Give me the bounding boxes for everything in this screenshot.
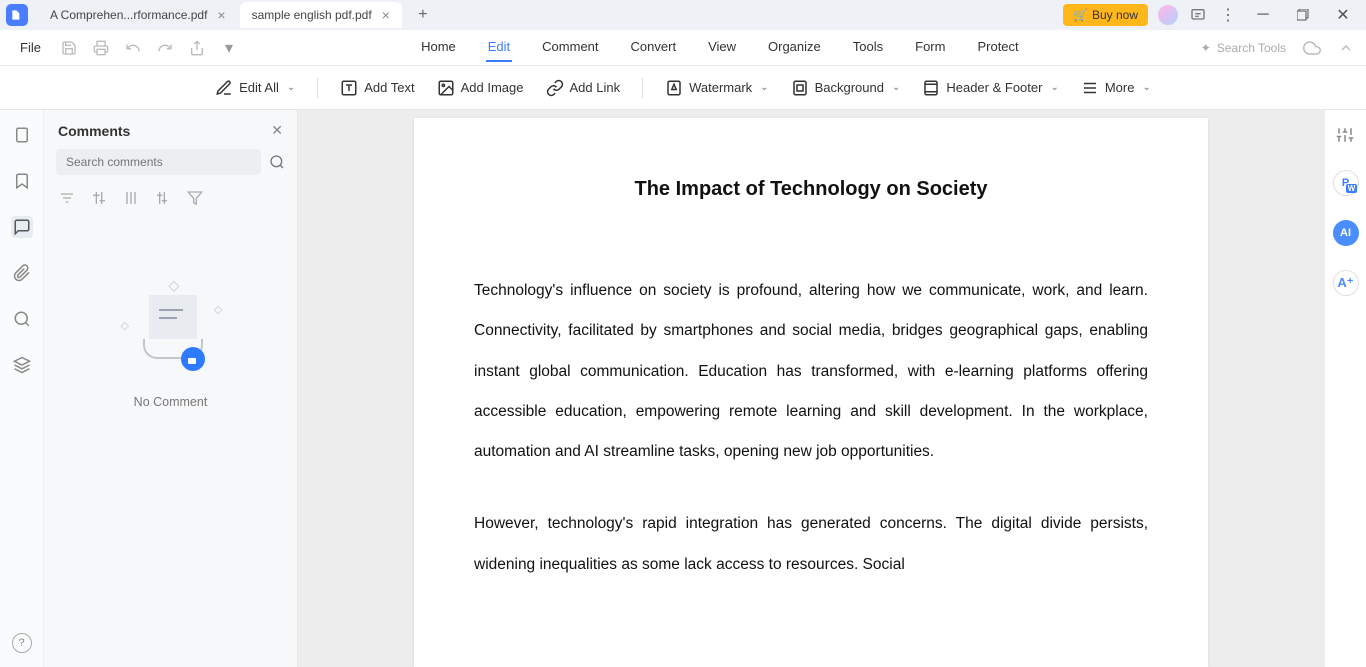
- redo-icon[interactable]: [155, 38, 175, 58]
- close-icon[interactable]: ×: [382, 7, 390, 23]
- edit-all-tool[interactable]: Edit All ⌄: [215, 79, 295, 97]
- image-icon: [437, 79, 455, 97]
- attachments-icon[interactable]: [11, 262, 33, 284]
- chevron-down-icon: ⌄: [287, 82, 295, 93]
- collapse-ribbon-icon[interactable]: [1336, 38, 1356, 58]
- help-icon[interactable]: ?: [12, 633, 32, 653]
- chevron-down-icon: ⌄: [1142, 82, 1150, 93]
- convert-word-icon[interactable]: PW: [1333, 170, 1359, 196]
- menu-view[interactable]: View: [706, 33, 738, 62]
- file-menu[interactable]: File: [10, 36, 51, 59]
- layers-icon[interactable]: [11, 354, 33, 376]
- add-link-tool[interactable]: Add Link: [546, 79, 621, 97]
- chevron-down-icon: ⌄: [1050, 82, 1058, 93]
- search-tools[interactable]: ✦ Search Tools: [1201, 41, 1286, 55]
- divider: [642, 78, 643, 98]
- quick-dropdown-icon[interactable]: ▾: [219, 38, 239, 58]
- tool-label: Edit All: [239, 80, 279, 95]
- menu-protect[interactable]: Protect: [975, 33, 1020, 62]
- menu-edit[interactable]: Edit: [486, 33, 512, 62]
- menu-form[interactable]: Form: [913, 33, 947, 62]
- filter-option-2-icon[interactable]: [122, 189, 140, 207]
- tool-label: Add Link: [570, 80, 621, 95]
- header-footer-icon: [922, 79, 940, 97]
- search-icon[interactable]: [11, 308, 33, 330]
- bookmarks-icon[interactable]: [11, 170, 33, 192]
- thumbnails-icon[interactable]: [11, 124, 33, 146]
- close-panel-icon[interactable]: ✕: [271, 122, 283, 139]
- add-image-tool[interactable]: Add Image: [437, 79, 524, 97]
- feedback-icon[interactable]: [1188, 5, 1208, 25]
- user-avatar-icon[interactable]: [1158, 5, 1178, 25]
- buy-now-button[interactable]: 🛒 Buy now: [1063, 4, 1148, 26]
- background-icon: [791, 79, 809, 97]
- search-tools-label: Search Tools: [1217, 41, 1286, 55]
- search-comments-input[interactable]: [56, 149, 261, 175]
- tool-label: Add Text: [364, 80, 414, 95]
- divider: [317, 78, 318, 98]
- document-title: The Impact of Technology on Society: [474, 178, 1148, 201]
- sort-icon[interactable]: [58, 189, 76, 207]
- translate-icon[interactable]: A⁺: [1333, 270, 1359, 296]
- settings-sliders-icon[interactable]: [1336, 126, 1356, 146]
- tab-document-0[interactable]: A Comprehen...rformance.pdf ×: [38, 2, 238, 28]
- close-icon[interactable]: ×: [217, 7, 225, 23]
- more-icon: [1081, 79, 1099, 97]
- comments-icon[interactable]: [11, 216, 33, 238]
- save-icon[interactable]: [59, 38, 79, 58]
- chevron-down-icon: ⌄: [760, 82, 768, 93]
- more-menu-icon[interactable]: ⋮: [1218, 5, 1238, 25]
- tab-document-1[interactable]: sample english pdf.pdf ×: [240, 2, 402, 28]
- cloud-sync-icon[interactable]: [1302, 38, 1322, 58]
- tool-label: Watermark: [689, 80, 752, 95]
- buy-label: Buy now: [1092, 8, 1138, 22]
- document-page: The Impact of Technology on Society Tech…: [414, 118, 1208, 667]
- header-footer-tool[interactable]: Header & Footer ⌄: [922, 79, 1059, 97]
- ai-assistant-icon[interactable]: AI: [1333, 220, 1359, 246]
- watermark-tool[interactable]: Watermark ⌄: [665, 79, 768, 97]
- document-viewport[interactable]: The Impact of Technology on Society Tech…: [298, 110, 1324, 667]
- document-paragraph: Technology's influence on society is pro…: [474, 271, 1148, 472]
- sparkle-icon: ✦: [1201, 41, 1211, 55]
- minimize-button[interactable]: ─: [1248, 1, 1278, 29]
- menu-home[interactable]: Home: [419, 33, 458, 62]
- search-icon[interactable]: [269, 154, 285, 170]
- add-tab-button[interactable]: +: [410, 2, 436, 28]
- empty-label: No Comment: [134, 395, 208, 409]
- close-button[interactable]: ✕: [1328, 1, 1358, 29]
- empty-illustration-icon: ◇◇◇: [121, 277, 221, 377]
- panel-title: Comments: [58, 123, 130, 139]
- tab-label: A Comprehen...rformance.pdf: [50, 8, 207, 22]
- background-tool[interactable]: Background ⌄: [791, 79, 901, 97]
- tool-label: Background: [815, 80, 884, 95]
- empty-comments-state: ◇◇◇ No Comment: [44, 277, 297, 409]
- filter-icon[interactable]: [186, 189, 204, 207]
- tab-label: sample english pdf.pdf: [252, 8, 372, 22]
- share-icon[interactable]: [187, 38, 207, 58]
- tool-label: Header & Footer: [946, 80, 1042, 95]
- menu-convert[interactable]: Convert: [629, 33, 679, 62]
- chevron-down-icon: ⌄: [892, 82, 900, 93]
- menu-organize[interactable]: Organize: [766, 33, 823, 62]
- add-text-tool[interactable]: Add Text: [340, 79, 414, 97]
- text-icon: [340, 79, 358, 97]
- tool-label: More: [1105, 80, 1135, 95]
- document-paragraph: However, technology's rapid integration …: [474, 504, 1148, 585]
- undo-icon[interactable]: [123, 38, 143, 58]
- cart-icon: 🛒: [1073, 8, 1088, 22]
- tool-label: Add Image: [461, 80, 524, 95]
- menu-tools[interactable]: Tools: [851, 33, 885, 62]
- more-tool[interactable]: More ⌄: [1081, 79, 1151, 97]
- app-logo[interactable]: [6, 4, 28, 26]
- watermark-icon: [665, 79, 683, 97]
- filter-option-1-icon[interactable]: [90, 189, 108, 207]
- print-icon[interactable]: [91, 38, 111, 58]
- menu-comment[interactable]: Comment: [540, 33, 600, 62]
- pen-icon: [215, 79, 233, 97]
- filter-option-3-icon[interactable]: [154, 189, 172, 207]
- maximize-button[interactable]: [1288, 1, 1318, 29]
- link-icon: [546, 79, 564, 97]
